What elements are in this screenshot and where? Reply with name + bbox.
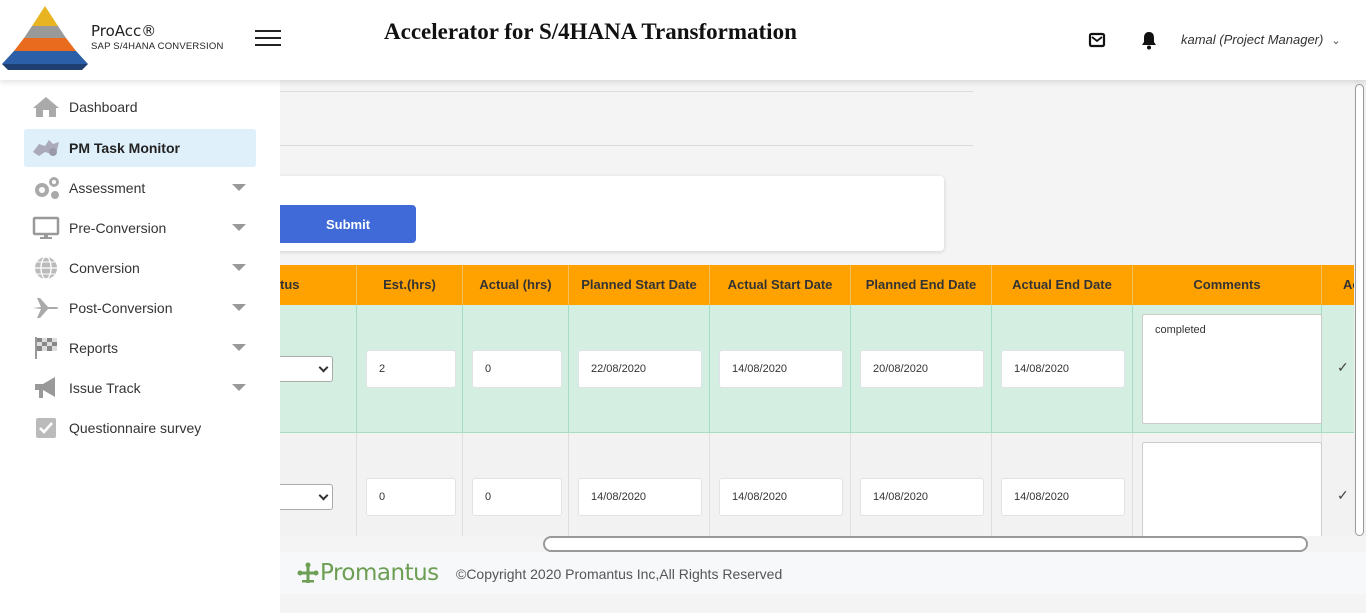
- comment-textarea[interactable]: [1142, 442, 1322, 536]
- submit-button[interactable]: Submit: [280, 205, 416, 243]
- planned-start-date-input[interactable]: 22/08/2020: [578, 350, 702, 388]
- home-icon: [31, 94, 61, 120]
- globe-icon: [31, 255, 61, 281]
- checkbox-icon: [31, 415, 61, 441]
- promantus-logo: Promantus: [296, 560, 439, 586]
- sidebar-item-label: Questionnaire survey: [69, 420, 202, 436]
- footer-band: [280, 552, 1366, 594]
- planned-start-date-input[interactable]: 14/08/2020: [578, 478, 702, 516]
- column-header-actual-start: Actual Start Date: [710, 265, 851, 305]
- status-select[interactable]: [280, 356, 333, 382]
- check-icon[interactable]: ✓: [1337, 487, 1349, 504]
- brand-name: ProAcc®: [91, 22, 157, 40]
- sidebar: Dashboard PM Task Monitor Assessment Pre…: [0, 80, 280, 613]
- column-header-comments: Comments: [1133, 265, 1322, 305]
- caret-down-icon: [232, 304, 246, 311]
- caret-down-icon: [232, 264, 246, 271]
- actual-end-date-input[interactable]: 14/08/2020: [1001, 350, 1125, 388]
- user-name: kamal (Project Manager): [1181, 32, 1324, 47]
- sidebar-item-label: PM Task Monitor: [69, 140, 180, 156]
- chevron-down-icon: [318, 490, 329, 501]
- sidebar-item-label: Pre-Conversion: [69, 220, 167, 236]
- gears-icon: [31, 175, 61, 201]
- caret-down-icon: [232, 184, 246, 191]
- bell-icon[interactable]: [1140, 30, 1158, 50]
- top-header: ProAcc® SAP S/4HANA CONVERSION Accelerat…: [0, 0, 1366, 80]
- actual-start-date-input[interactable]: 14/08/2020: [719, 350, 843, 388]
- column-header-planned-end: Planned End Date: [851, 265, 992, 305]
- chevron-down-icon: ⌄: [1331, 35, 1341, 47]
- column-header-actual: Actual (hrs): [463, 265, 569, 305]
- sidebar-item-pm-task-monitor[interactable]: PM Task Monitor: [24, 129, 256, 167]
- sidebar-item-conversion[interactable]: Conversion: [24, 249, 256, 287]
- divider: [280, 145, 973, 146]
- est-hours-input[interactable]: 2: [366, 350, 456, 388]
- column-header-actual-end: Actual End Date: [992, 265, 1133, 305]
- sidebar-item-label: Assessment: [69, 180, 146, 196]
- actual-hours-input[interactable]: 0: [472, 478, 562, 516]
- divider: [280, 91, 973, 92]
- caret-down-icon: [232, 344, 246, 351]
- actual-end-date-input[interactable]: 14/08/2020: [1001, 478, 1125, 516]
- sidebar-item-questionnaire-survey[interactable]: Questionnaire survey: [24, 409, 256, 447]
- sidebar-item-pre-conversion[interactable]: Pre-Conversion: [24, 209, 256, 247]
- sidebar-item-issue-track[interactable]: Issue Track: [24, 369, 256, 407]
- monitor-icon: [31, 215, 61, 241]
- proacc-logo: [2, 6, 88, 70]
- sidebar-item-label: Reports: [69, 340, 119, 356]
- sidebar-item-label: Issue Track: [69, 380, 141, 396]
- caret-down-icon: [232, 224, 246, 231]
- sidebar-item-dashboard[interactable]: Dashboard: [24, 88, 256, 126]
- promantus-logo-text: Promantus: [320, 560, 439, 586]
- check-icon[interactable]: ✓: [1337, 359, 1349, 376]
- footer: Promantus ©Copyright 2020 Promantus Inc,…: [280, 552, 1366, 613]
- mail-icon[interactable]: [1088, 31, 1106, 49]
- main-content: Submit tus Est.(hrs) Actual (hrs) Planne…: [280, 80, 1354, 536]
- megaphone-icon: [31, 375, 61, 401]
- horizontal-scrollbar[interactable]: [543, 536, 1308, 552]
- sidebar-item-label: Post-Conversion: [69, 300, 173, 316]
- user-menu[interactable]: kamal (Project Manager) ⌄: [1181, 32, 1341, 47]
- caret-down-icon: [232, 384, 246, 391]
- comment-textarea[interactable]: completed: [1142, 314, 1322, 424]
- sidebar-item-post-conversion[interactable]: Post-Conversion: [24, 289, 256, 327]
- column-header-planned-start: Planned Start Date: [569, 265, 710, 305]
- planned-end-date-input[interactable]: 14/08/2020: [860, 478, 984, 516]
- actual-hours-input[interactable]: 0: [472, 350, 562, 388]
- table-row: 0 0 14/08/2020 14/08/2020 14/08/2020 14/…: [280, 433, 1354, 536]
- checkered-flag-icon: [31, 335, 61, 361]
- table-row: 2 0 22/08/2020 14/08/2020 20/08/2020 14/…: [280, 305, 1354, 433]
- copyright-text: ©Copyright 2020 Promantus Inc,All Rights…: [456, 566, 783, 582]
- sidebar-item-reports[interactable]: Reports: [24, 329, 256, 367]
- sidebar-item-label: Dashboard: [69, 99, 138, 115]
- sidebar-item-assessment[interactable]: Assessment: [24, 169, 256, 207]
- est-hours-input[interactable]: 0: [366, 478, 456, 516]
- task-monitor-icon: [31, 135, 61, 161]
- actual-start-date-input[interactable]: 14/08/2020: [719, 478, 843, 516]
- status-select[interactable]: [280, 484, 333, 510]
- table-header: tus Est.(hrs) Actual (hrs) Planned Start…: [280, 265, 1354, 305]
- brand-subtitle: SAP S/4HANA CONVERSION: [91, 41, 224, 52]
- vertical-scrollbar[interactable]: [1354, 80, 1366, 536]
- column-header-status: tus: [280, 265, 357, 305]
- chevron-down-icon: [318, 362, 329, 373]
- column-header-est: Est.(hrs): [357, 265, 463, 305]
- scrollbar-thumb[interactable]: [1355, 84, 1364, 536]
- sidebar-item-label: Conversion: [69, 260, 140, 276]
- app-title: Accelerator for S/4HANA Transformation: [384, 19, 797, 44]
- column-header-action: Ac: [1343, 277, 1354, 292]
- promantus-mark-icon: [297, 562, 319, 583]
- menu-icon[interactable]: [255, 30, 281, 48]
- planned-end-date-input[interactable]: 20/08/2020: [860, 350, 984, 388]
- plane-icon: [31, 295, 61, 321]
